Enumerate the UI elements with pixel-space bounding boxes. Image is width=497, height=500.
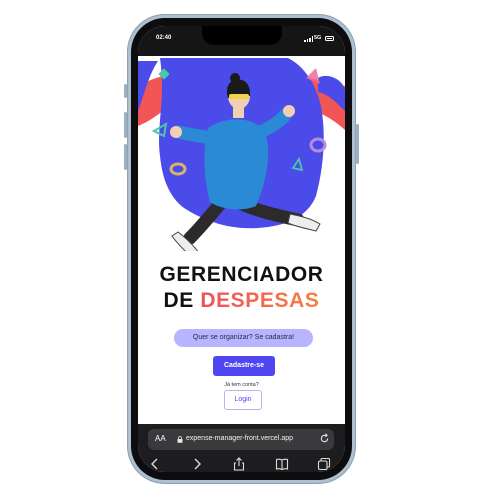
phone-frame: 02:40 5G GERENCIADOR DE DESPESAS Quer se…: [124, 14, 359, 484]
url-text[interactable]: expense-manager-front.vercel.app: [186, 435, 293, 442]
lock-icon: [177, 436, 183, 443]
title-line-1: GERENCIADOR: [159, 263, 324, 286]
volume-up-button: [124, 112, 127, 138]
title-prefix: DE: [163, 289, 201, 312]
battery-icon: [325, 36, 334, 41]
network-label: 5G: [314, 35, 322, 41]
hero-illustration: [138, 58, 345, 251]
book-icon[interactable]: [275, 457, 289, 471]
tabs-icon[interactable]: [317, 457, 331, 471]
signal-icon: [304, 36, 314, 42]
share-icon[interactable]: [232, 457, 246, 471]
login-question: Já tem conta?: [224, 382, 259, 388]
phone-bezel: 02:40 5G GERENCIADOR DE DESPESAS Quer se…: [131, 18, 352, 480]
status-bar: 02:40 5G: [138, 26, 345, 56]
volume-down-button: [124, 144, 127, 170]
power-button: [356, 124, 359, 164]
browser-toolbar: AA expense-manager-front.vercel.app: [138, 424, 345, 472]
login-button[interactable]: Login: [224, 390, 262, 410]
chevron-right-icon[interactable]: [190, 457, 204, 471]
notch: [202, 26, 282, 45]
chevron-left-icon[interactable]: [148, 457, 162, 471]
title-accent: DESPESAS: [200, 289, 320, 312]
phone-screen: 02:40 5G GERENCIADOR DE DESPESAS Quer se…: [138, 26, 345, 472]
page-title: GERENCIADOR DE DESPESAS: [138, 262, 345, 314]
text-size-button[interactable]: AA: [155, 434, 166, 443]
signup-prompt-badge: Quer se organizar? Se cadastra!: [174, 329, 313, 347]
title-line-2: DE DESPESAS: [138, 288, 345, 314]
browser-nav-bar: [138, 455, 345, 471]
mute-switch: [124, 84, 127, 98]
reload-icon[interactable]: [319, 433, 330, 444]
address-bar[interactable]: AA expense-manager-front.vercel.app: [148, 429, 334, 450]
signup-button[interactable]: Cadastre-se: [213, 356, 275, 376]
status-time: 02:40: [156, 35, 172, 41]
